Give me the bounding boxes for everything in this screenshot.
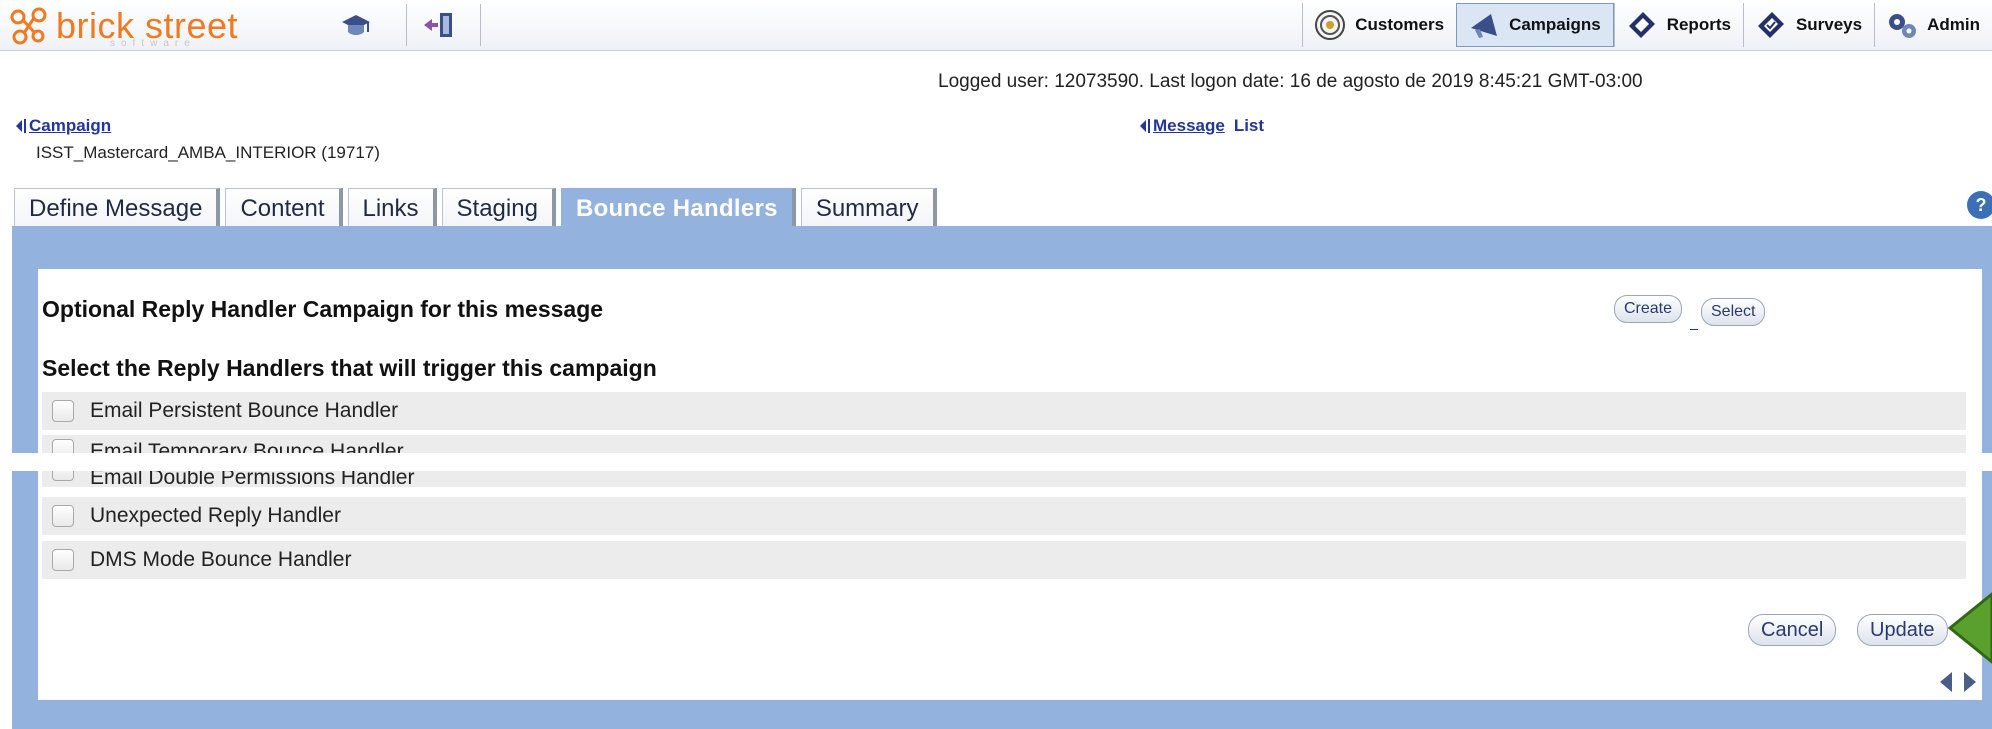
handlers-title: Select the Reply Handlers that will trig… [42, 355, 657, 381]
nav-customers-label: Customers [1355, 15, 1445, 34]
top-bar: brick street software Customers Campaign… [0, 0, 1992, 51]
nav-surveys-label: Surveys [1795, 15, 1863, 34]
gears-icon [1889, 14, 1917, 38]
handler-label: Email Double Permissions Handler [90, 471, 415, 487]
nav-customers[interactable]: Customers [1302, 3, 1456, 47]
handler-label: Email Persistent Bounce Handler [90, 399, 399, 422]
handler-row[interactable]: Email Persistent Bounce Handler [42, 392, 1966, 430]
nav-admin[interactable]: Admin [1874, 3, 1992, 47]
nav-reports[interactable]: Reports [1613, 3, 1743, 47]
handler-label: Unexpected Reply Handler [90, 504, 341, 527]
handler-row[interactable]: Unexpected Reply Handler [42, 497, 1966, 535]
previous-arrow-icon[interactable] [1936, 670, 1956, 694]
email-persistent-bounce-checkbox[interactable] [52, 400, 74, 422]
campaign-name: ISST_Mastercard_AMBA_INTERIOR (19717) [36, 143, 380, 162]
message-tabs: Define Message Content Links Staging Bou… [14, 186, 942, 228]
logged-user-info: Logged user: 12073590. Last logon date: … [938, 71, 1643, 92]
cancel-button[interactable]: Cancel [1748, 614, 1837, 646]
update-button[interactable]: Update [1857, 614, 1948, 646]
pointer-arrow-icon [1948, 592, 1992, 664]
tab-content[interactable]: Content [225, 188, 343, 228]
dms-mode-bounce-checkbox[interactable] [52, 549, 74, 571]
main-nav: Customers Campaigns Reports Surveys Admi… [1302, 3, 1992, 47]
logout-button[interactable] [416, 6, 460, 44]
pager [1936, 670, 1980, 694]
help-icon[interactable]: ? [1966, 190, 1992, 220]
megaphone-icon [1471, 14, 1498, 38]
nav-reports-label: Reports [1666, 15, 1731, 34]
surveys-icon [1757, 12, 1784, 38]
back-arrow-icon [16, 119, 26, 133]
handler-label: Email Temporary Bounce Handler [90, 440, 404, 453]
toolbar-divider [406, 4, 407, 46]
tab-links[interactable]: Links [347, 188, 437, 228]
home-button[interactable] [334, 6, 378, 44]
molecule-logo-icon [10, 7, 47, 45]
email-double-permissions-checkbox[interactable] [52, 471, 74, 481]
unexpected-reply-checkbox[interactable] [52, 505, 74, 527]
tab-define-message[interactable]: Define Message [14, 188, 221, 228]
svg-text:?: ? [1976, 195, 1987, 215]
campaign-link-label: Campaign [29, 116, 112, 135]
reports-icon [1628, 12, 1655, 38]
exit-door-icon [424, 13, 452, 37]
nav-surveys[interactable]: Surveys [1742, 3, 1874, 47]
reply-campaign-title: Optional Reply Handler Campaign for this… [42, 296, 604, 322]
nav-campaigns[interactable]: Campaigns [1456, 3, 1614, 47]
target-icon [1315, 10, 1346, 40]
nav-campaigns-label: Campaigns [1509, 15, 1601, 34]
handler-row[interactable]: DMS Mode Bounce Handler [42, 541, 1966, 579]
nav-admin-label: Admin [1927, 15, 1980, 34]
message-list-link-label-2: List [1233, 116, 1265, 135]
brand-tagline: software [110, 38, 196, 49]
select-button[interactable]: Select [1701, 298, 1766, 326]
tab-bounce-handlers[interactable]: Bounce Handlers [560, 188, 796, 228]
handler-label: DMS Mode Bounce Handler [90, 548, 352, 571]
email-temporary-bounce-checkbox[interactable] [52, 439, 74, 453]
create-button[interactable]: Create [1614, 295, 1683, 323]
toolbar-divider [480, 4, 481, 46]
next-arrow-icon[interactable] [1960, 670, 1980, 694]
campaign-back-link[interactable]: Campaign [14, 116, 111, 136]
link-underline [1690, 329, 1698, 330]
message-list-back-link[interactable]: Message List [1138, 116, 1264, 136]
handler-row[interactable]: Email Temporary Bounce Handler [42, 435, 1966, 453]
message-list-link-label: Message [1153, 116, 1225, 135]
render-gap [12, 453, 1992, 471]
back-arrow-icon [1140, 119, 1150, 133]
tab-staging[interactable]: Staging [441, 188, 556, 228]
tab-summary[interactable]: Summary [800, 188, 937, 228]
handler-row[interactable]: Email Double Permissions Handler [42, 471, 1966, 487]
graduation-cap-icon [342, 15, 370, 35]
